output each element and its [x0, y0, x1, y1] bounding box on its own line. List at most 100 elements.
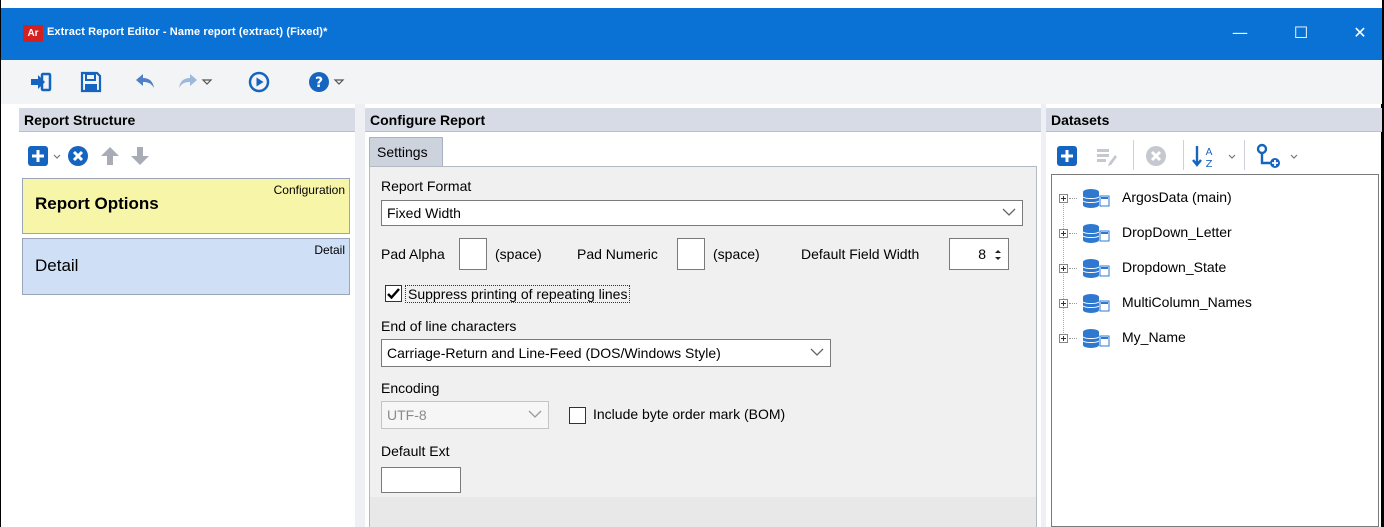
datasets-header: Datasets: [1046, 108, 1382, 132]
eol-label: End of line characters: [381, 318, 517, 334]
pad-numeric-label: Pad Numeric: [577, 246, 658, 262]
tree-item[interactable]: ArgosData (main): [1052, 186, 1378, 210]
toolbar-separator: [1183, 140, 1184, 170]
run-icon[interactable]: [247, 70, 271, 94]
database-icon: [1082, 223, 1110, 243]
bom-checkbox[interactable]: [569, 407, 586, 424]
bom-label: Include byte order mark (BOM): [593, 406, 786, 422]
move-down-icon[interactable]: [129, 145, 151, 171]
database-icon: [1082, 258, 1110, 278]
help-dropdown-icon[interactable]: [333, 70, 345, 94]
save-icon[interactable]: [79, 70, 103, 94]
detail-card[interactable]: Detail Detail: [22, 238, 350, 295]
expand-icon[interactable]: [1059, 334, 1068, 343]
tree-item[interactable]: MultiColumn_Names: [1052, 291, 1378, 315]
svg-text:Z: Z: [1206, 159, 1213, 169]
right-splitter[interactable]: [1041, 104, 1046, 527]
relationship-icon[interactable]: [1256, 143, 1282, 173]
tree-item-label: My_Name: [1122, 329, 1186, 345]
main-toolbar: ?: [1, 60, 1382, 104]
eol-value: Carriage-Return and Line-Feed (DOS/Windo…: [387, 345, 721, 361]
report-format-value: Fixed Width: [387, 205, 461, 221]
tree-branch-line: [1069, 233, 1077, 234]
exit-icon[interactable]: [29, 70, 53, 94]
maximize-button[interactable]: ☐: [1278, 18, 1324, 48]
spinner-arrows-icon[interactable]: [993, 247, 1003, 263]
move-up-icon[interactable]: [99, 145, 121, 171]
window-title: Extract Report Editor - Name report (ext…: [47, 26, 328, 38]
minimize-button[interactable]: —: [1217, 18, 1263, 48]
pad-numeric-input[interactable]: [677, 238, 705, 270]
report-format-select[interactable]: Fixed Width: [381, 200, 1023, 226]
app-logo-icon: Ar: [23, 25, 43, 42]
encoding-value: UTF-8: [387, 407, 427, 423]
svg-text:?: ?: [315, 75, 323, 91]
tree-branch-line: [1069, 338, 1077, 339]
default-field-width-value: 8: [978, 246, 986, 262]
datasets-tree: ArgosData (main) DropDown_Letter Dropdow…: [1051, 174, 1379, 527]
add-icon[interactable]: [27, 145, 49, 171]
default-field-width-label: Default Field Width: [801, 246, 920, 262]
tree-item[interactable]: My_Name: [1052, 326, 1378, 350]
report-options-card[interactable]: Report Options Configuration: [22, 178, 350, 234]
database-icon: [1082, 328, 1110, 348]
toolbar-separator: [1244, 140, 1245, 170]
report-structure-header: Report Structure: [19, 108, 355, 132]
default-ext-label: Default Ext: [381, 443, 450, 459]
tree-branch-line: [1069, 198, 1077, 199]
add-dropdown-icon[interactable]: [52, 145, 62, 171]
detail-tag: Detail: [314, 243, 345, 257]
title-bar-top-strip: [1, 0, 1382, 8]
tree-item[interactable]: Dropdown_State: [1052, 256, 1378, 280]
tree-item-label: Dropdown_State: [1122, 259, 1227, 275]
expand-icon[interactable]: [1059, 264, 1068, 273]
redo-icon[interactable]: [176, 70, 200, 94]
tree-branch-line: [1069, 268, 1077, 269]
pad-alpha-hint: (space): [495, 246, 542, 262]
edit-dataset-icon[interactable]: [1095, 145, 1119, 171]
pad-alpha-input[interactable]: [459, 238, 487, 270]
pad-numeric-hint: (space): [713, 246, 760, 262]
tab-settings[interactable]: Settings: [369, 137, 443, 167]
checkmark-icon: [387, 288, 400, 300]
sort-dropdown-icon[interactable]: [1227, 145, 1237, 171]
eol-select[interactable]: Carriage-Return and Line-Feed (DOS/Windo…: [381, 339, 831, 367]
expand-icon[interactable]: [1059, 229, 1068, 238]
close-button[interactable]: ✕: [1337, 18, 1383, 48]
undo-icon[interactable]: [133, 70, 157, 94]
editor-window: Ar Extract Report Editor - Name report (…: [0, 0, 1384, 527]
tree-item[interactable]: DropDown_Letter: [1052, 221, 1378, 245]
default-ext-input[interactable]: [381, 467, 461, 493]
expand-icon[interactable]: [1059, 299, 1068, 308]
redo-dropdown-icon[interactable]: [201, 70, 213, 94]
suppress-label[interactable]: Suppress printing of repeating lines: [405, 285, 631, 303]
left-splitter[interactable]: [355, 104, 365, 527]
relationship-dropdown-icon[interactable]: [1289, 145, 1299, 171]
delete-icon[interactable]: [67, 145, 89, 171]
tree-branch-line: [1069, 303, 1077, 304]
default-field-width-spinner[interactable]: 8: [949, 238, 1009, 270]
detail-title: Detail: [35, 256, 79, 275]
svg-text:A: A: [1206, 147, 1213, 158]
chevron-down-icon: [1002, 208, 1016, 216]
tree-item-label: DropDown_Letter: [1122, 224, 1232, 240]
add-dataset-icon[interactable]: [1056, 145, 1078, 171]
report-format-label: Report Format: [381, 178, 472, 194]
sort-az-icon[interactable]: AZ: [1191, 143, 1217, 173]
database-icon: [1082, 293, 1110, 313]
report-options-title: Report Options: [35, 194, 159, 213]
delete-dataset-icon[interactable]: [1145, 145, 1167, 171]
configure-report-header: Configure Report: [365, 108, 1041, 132]
help-icon[interactable]: ?: [307, 70, 331, 94]
encoding-label: Encoding: [381, 380, 440, 396]
pad-alpha-label: Pad Alpha: [381, 246, 445, 262]
toolbar-separator: [1133, 140, 1134, 170]
configuration-tag: Configuration: [273, 183, 345, 197]
settings-lower-band: [370, 497, 1036, 527]
expand-icon[interactable]: [1059, 194, 1068, 203]
database-icon: [1082, 188, 1110, 208]
tree-item-label: ArgosData (main): [1122, 189, 1232, 205]
encoding-select[interactable]: UTF-8: [381, 401, 549, 429]
tree-item-label: MultiColumn_Names: [1122, 294, 1252, 310]
suppress-checkbox[interactable]: [385, 285, 402, 302]
